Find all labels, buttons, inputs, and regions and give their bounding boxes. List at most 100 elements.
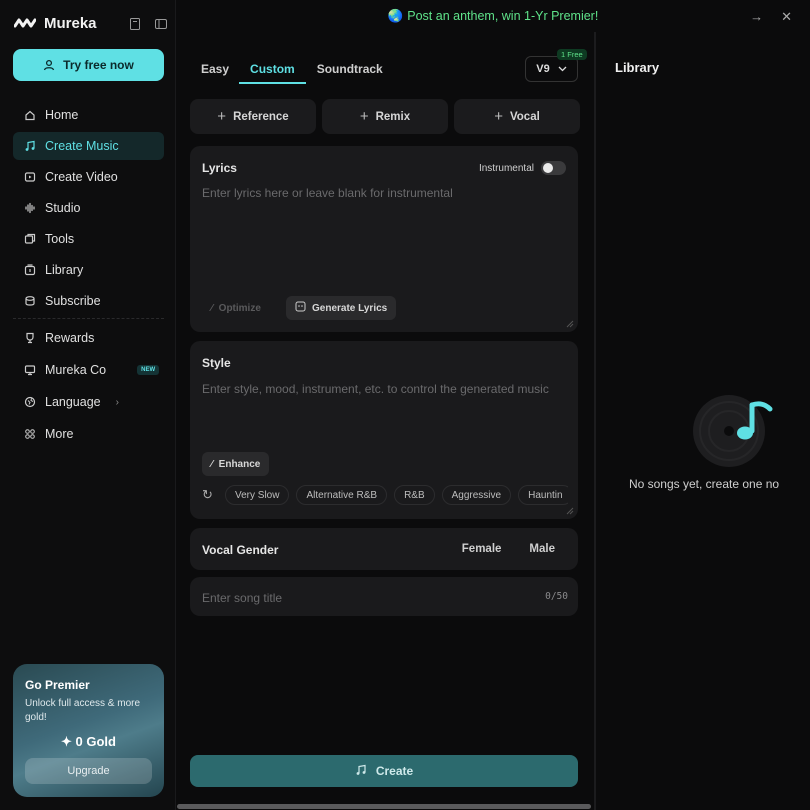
style-label: Style bbox=[202, 356, 231, 370]
arrow-right-icon[interactable]: → bbox=[750, 9, 763, 25]
instrumental-toggle[interactable] bbox=[541, 161, 566, 175]
sidebar-item-label: Tools bbox=[45, 232, 75, 246]
vocal-label: Vocal bbox=[509, 110, 540, 123]
generate-lyrics-button[interactable]: Generate Lyrics bbox=[286, 296, 397, 320]
style-chip[interactable]: Hauntin bbox=[518, 485, 568, 505]
sidebar-item-label: Rewards bbox=[45, 331, 95, 345]
create-label: Create bbox=[375, 764, 414, 778]
generate-lyrics-label: Generate Lyrics bbox=[312, 302, 388, 314]
sidebar-item-more[interactable]: More bbox=[13, 420, 164, 448]
version-label: V9 bbox=[536, 63, 550, 75]
sidebar-item-label: More bbox=[45, 427, 74, 441]
library-title: Library bbox=[615, 60, 660, 75]
try-free-label: Try free now bbox=[63, 58, 134, 72]
create-button[interactable]: Create bbox=[190, 755, 578, 787]
horizontal-scrollbar[interactable] bbox=[176, 802, 594, 810]
sidebar-item-subscribe[interactable]: Subscribe bbox=[13, 287, 164, 315]
sidebar-item-home[interactable]: Home bbox=[13, 101, 164, 129]
try-free-button[interactable]: Try free now bbox=[13, 49, 164, 81]
style-chip[interactable]: Alternative R&B bbox=[296, 485, 388, 505]
refresh-icon[interactable]: ↻ bbox=[202, 487, 218, 503]
tab-easy[interactable]: Easy bbox=[201, 62, 240, 84]
enhance-button[interactable]: ⁄ Enhance bbox=[202, 452, 270, 476]
vocal-button[interactable]: + Vocal bbox=[454, 99, 580, 134]
vocal-gender-card: Vocal Gender Female Male bbox=[190, 528, 578, 570]
resize-handle-icon[interactable] bbox=[564, 318, 574, 328]
sidebar-item-label: Create Music bbox=[45, 139, 119, 153]
sidebar-item-library[interactable]: Library bbox=[13, 256, 164, 284]
promo-banner[interactable]: 🌏 Post an anthem, win 1-Yr Premier! bbox=[176, 0, 810, 32]
sidebar-item-label: Studio bbox=[45, 201, 81, 215]
reference-label: Reference bbox=[233, 110, 289, 123]
gender-female-option[interactable]: Female bbox=[462, 543, 502, 555]
style-chips: ↻ Very Slow Alternative R&B R&B Aggressi… bbox=[202, 485, 568, 505]
style-chip[interactable]: Aggressive bbox=[441, 485, 512, 505]
gold-value: 0 Gold bbox=[75, 734, 116, 749]
brand-name: Mureka bbox=[44, 14, 97, 32]
library-empty-message: No songs yet, create one no bbox=[628, 477, 780, 491]
mode-tabs: Easy Custom Soundtrack bbox=[201, 62, 394, 84]
sidebar-item-create-video[interactable]: Create Video bbox=[13, 163, 164, 191]
resize-handle-icon[interactable] bbox=[564, 505, 574, 515]
sidebar-item-tools[interactable]: Tools bbox=[13, 225, 164, 253]
premier-title: Go Premier bbox=[25, 678, 90, 692]
tab-custom[interactable]: Custom bbox=[239, 62, 306, 84]
plus-icon: + bbox=[494, 108, 503, 125]
sidebar-item-rewards[interactable]: Rewards bbox=[13, 324, 164, 352]
subscribe-icon bbox=[23, 295, 36, 308]
globe-emoji-icon: 🌏 bbox=[387, 8, 404, 23]
remix-button[interactable]: + Remix bbox=[322, 99, 448, 134]
mode-buttons: + Reference + Remix + Vocal bbox=[190, 99, 580, 134]
sidebar-item-label: Library bbox=[45, 263, 84, 277]
remix-label: Remix bbox=[375, 110, 411, 123]
grid-icon bbox=[23, 428, 36, 441]
instrumental-toggle-group: Instrumental bbox=[479, 161, 566, 175]
plus-icon: + bbox=[359, 108, 369, 125]
home-icon bbox=[23, 109, 36, 122]
sidebar-item-language[interactable]: Language › bbox=[13, 388, 164, 416]
sidebar: Mureka Try free now Home Create Music Cr… bbox=[0, 0, 176, 810]
music-note-icon bbox=[355, 764, 367, 779]
magic-wand-icon: ⁄ bbox=[211, 302, 213, 314]
book-icon[interactable] bbox=[128, 17, 142, 31]
sidebar-item-label: Language bbox=[45, 395, 101, 409]
sidebar-item-studio[interactable]: Studio bbox=[13, 194, 164, 222]
lyrics-input[interactable]: Enter lyrics here or leave blank for ins… bbox=[202, 186, 453, 200]
collapse-sidebar-icon[interactable] bbox=[154, 17, 168, 31]
instrumental-label: Instrumental bbox=[478, 162, 534, 174]
sidebar-item-label: Mureka Co bbox=[45, 363, 107, 377]
gold-balance: ✦ 0 Gold bbox=[25, 734, 152, 750]
primary-nav: Home Create Music Create Video Studio To… bbox=[13, 101, 164, 318]
style-chip[interactable]: Very Slow bbox=[225, 485, 290, 505]
song-title-card: Enter song title 0/50 bbox=[190, 577, 578, 616]
gender-male-option[interactable]: Male bbox=[529, 543, 555, 555]
style-card: Style Enter style, mood, instrument, etc… bbox=[190, 341, 578, 519]
optimize-button[interactable]: ⁄ Optimize bbox=[202, 296, 270, 320]
chevron-right-icon: › bbox=[115, 396, 119, 408]
monitor-icon bbox=[23, 364, 36, 377]
library-panel: Library No songs yet, create one no bbox=[594, 32, 810, 810]
vinyl-music-icon bbox=[693, 395, 773, 467]
sidebar-item-label: Create Video bbox=[45, 170, 118, 184]
enhance-label: Enhance bbox=[218, 458, 261, 470]
trophy-icon bbox=[23, 332, 36, 345]
video-icon bbox=[23, 171, 36, 184]
library-icon bbox=[23, 264, 36, 277]
logo[interactable]: Mureka bbox=[14, 14, 97, 32]
new-badge: NEW bbox=[137, 365, 160, 375]
close-icon[interactable]: ✕ bbox=[781, 9, 792, 25]
sidebar-item-create-music[interactable]: Create Music bbox=[13, 132, 164, 160]
sidebar-item-label: Home bbox=[45, 108, 79, 122]
sidebar-item-mureka-co[interactable]: Mureka Co NEW bbox=[13, 356, 164, 384]
chevron-down-icon bbox=[558, 63, 567, 75]
song-title-input[interactable]: Enter song title bbox=[202, 591, 282, 605]
scrollbar-thumb[interactable] bbox=[177, 804, 591, 809]
tab-soundtrack[interactable]: Soundtrack bbox=[317, 62, 394, 84]
reference-button[interactable]: + Reference bbox=[190, 99, 316, 134]
style-input[interactable]: Enter style, mood, instrument, etc. to c… bbox=[202, 382, 549, 396]
upgrade-button[interactable]: Upgrade bbox=[25, 758, 152, 784]
sidebar-top-icons bbox=[128, 17, 168, 31]
style-chip[interactable]: R&B bbox=[394, 485, 435, 505]
nav-divider bbox=[13, 318, 164, 319]
vocal-gender-label: Vocal Gender bbox=[202, 543, 279, 557]
